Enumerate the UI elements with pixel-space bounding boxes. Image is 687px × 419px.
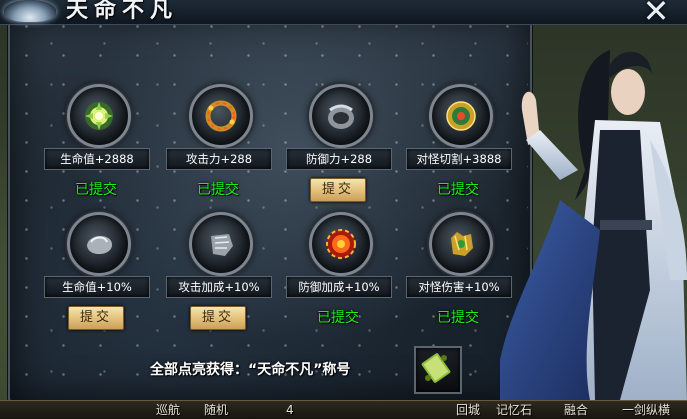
submitted-status: 已提交 xyxy=(197,182,239,198)
item-orb[interactable] xyxy=(189,212,253,276)
slot-monster-damage-10pct: 对怪伤害+10% 已提交 xyxy=(406,212,520,362)
random-button[interactable]: 随机 xyxy=(204,401,228,419)
item-orb[interactable] xyxy=(309,212,373,276)
attribute-label: 生命值+10% xyxy=(44,276,150,298)
silver-ring-icon xyxy=(328,104,354,129)
hero-character-art xyxy=(500,50,687,400)
submit-button[interactable]: 提交 xyxy=(68,306,124,330)
attribute-label: 防御力+288 xyxy=(286,148,392,170)
slot-life-10pct: 生命值+10% 提交 xyxy=(44,212,158,362)
sword-skill-button[interactable]: 一剑纵横 xyxy=(622,401,670,419)
golden-glove-icon xyxy=(451,232,473,256)
submitted-status: 已提交 xyxy=(317,310,359,326)
steel-gauntlet-icon xyxy=(211,234,233,256)
cruise-button[interactable]: 巡航 xyxy=(156,401,180,419)
title-bar: 天命不凡 ✕ xyxy=(0,0,687,27)
hotkey-slot-number: 4 xyxy=(286,403,294,417)
item-orb[interactable] xyxy=(189,84,253,148)
bottom-action-bar: 巡航 随机 4 回城 记忆石 融合 一剑纵横 xyxy=(0,400,687,419)
submitted-status: 已提交 xyxy=(75,182,117,198)
fusion-button[interactable]: 融合 xyxy=(564,401,588,419)
item-orb[interactable] xyxy=(309,84,373,148)
slot-attack-bonus-10pct: 攻击加成+10% 提交 xyxy=(166,212,280,362)
close-button[interactable]: ✕ xyxy=(639,0,673,27)
slot-defense-bonus-10pct: 防御加成+10% 已提交 xyxy=(286,212,400,362)
cloud-emblem-icon xyxy=(4,0,56,22)
flower-orb-icon xyxy=(85,102,113,130)
item-orb[interactable] xyxy=(429,212,493,276)
attribute-label: 攻击力+288 xyxy=(166,148,272,170)
return-city-button[interactable]: 回城 xyxy=(456,401,480,419)
submitted-status: 已提交 xyxy=(437,182,479,198)
window-title: 天命不凡 xyxy=(66,0,179,23)
item-orb[interactable] xyxy=(429,84,493,148)
silver-stone-icon xyxy=(87,235,113,255)
submit-button[interactable]: 提交 xyxy=(190,306,246,330)
scroll-title-icon xyxy=(421,353,451,383)
attribute-label: 防御加成+10% xyxy=(286,276,392,298)
attribute-label: 对怪切割+3888 xyxy=(406,148,512,170)
submitted-status: 已提交 xyxy=(437,310,479,326)
reward-item-slot[interactable] xyxy=(414,346,462,394)
jade-amulet-icon xyxy=(446,101,476,131)
item-orb[interactable] xyxy=(67,84,131,148)
attribute-label: 对怪伤害+10% xyxy=(406,276,512,298)
item-orb[interactable] xyxy=(67,212,131,276)
memory-stone-button[interactable]: 记忆石 xyxy=(496,401,532,419)
reward-description: 全部点亮获得：“天命不凡”称号 xyxy=(150,362,351,378)
submit-button[interactable]: 提交 xyxy=(310,178,366,202)
attribute-label: 攻击加成+10% xyxy=(166,276,272,298)
fire-seal-icon xyxy=(326,229,356,259)
flame-ring-icon xyxy=(205,100,237,132)
attribute-label: 生命值+2888 xyxy=(44,148,150,170)
